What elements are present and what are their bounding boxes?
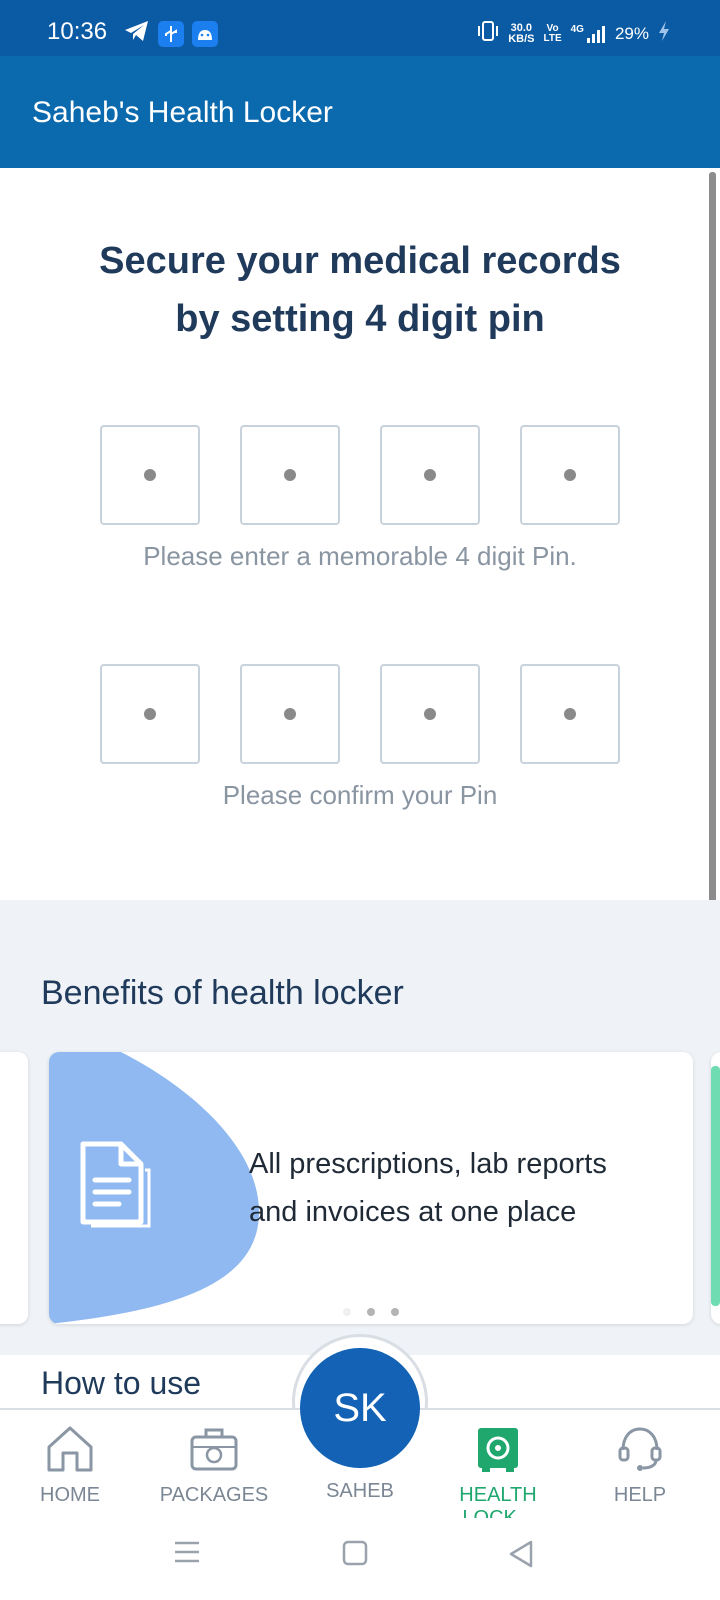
pin-placeholder-dot (424, 469, 436, 481)
pin-digit-4[interactable] (520, 425, 620, 525)
card-text-line1: All prescriptions, lab reports (249, 1148, 607, 1180)
nav-help[interactable]: HELP (570, 1420, 710, 1507)
confirm-digit-4[interactable] (520, 664, 620, 764)
notification-icons (124, 20, 218, 47)
status-bar: 10:36 30.0 KB/S Vo LTE 4G 29% (0, 0, 720, 56)
network-speed: 30.0 KB/S (508, 21, 535, 45)
pin-placeholder-dot (284, 469, 296, 481)
pin-placeholder-dot (144, 469, 156, 481)
pin-heading-line1: Secure your medical records (99, 240, 621, 282)
usb-icon (158, 20, 184, 47)
carousel-card[interactable]: All prescriptions, lab reports and invoi… (49, 1052, 693, 1324)
pin-digit-1[interactable] (100, 425, 200, 525)
pin-digit-3[interactable] (380, 425, 480, 525)
nav-help-label: HELP (613, 1484, 667, 1506)
confirm-digit-2[interactable] (240, 664, 340, 764)
carousel-card-next[interactable] (711, 1052, 720, 1324)
carousel-card-previous[interactable] (0, 1052, 28, 1324)
nav-health-locker[interactable]: HEALTH LOCK... (428, 1420, 568, 1530)
signal-icon: 4G (571, 24, 606, 44)
nav-home[interactable]: HOME (0, 1420, 140, 1507)
support-headset-icon (570, 1420, 710, 1478)
how-to-use-title: How to use (41, 1365, 202, 1401)
pin-digit-2[interactable] (240, 425, 340, 525)
carousel-dot[interactable] (391, 1308, 399, 1316)
pin-placeholder-dot (424, 708, 436, 720)
confirm-digit-1[interactable] (100, 664, 200, 764)
locker-safe-icon (428, 1420, 568, 1478)
status-time: 10:36 (47, 18, 108, 45)
network-speed-value: 30.0 (510, 21, 533, 34)
charging-icon (658, 20, 670, 47)
benefits-section: Benefits of health locker All prescripti… (0, 900, 720, 1355)
vibrate-icon (477, 20, 499, 47)
carousel-indicator (49, 1308, 693, 1316)
medical-kit-icon (144, 1420, 284, 1478)
network-type: 4G (570, 23, 584, 35)
card-accent-stripe (711, 1066, 720, 1306)
back-icon[interactable] (508, 1540, 534, 1573)
battery-percent: 29% (614, 23, 649, 43)
nav-home-label: HOME (40, 1484, 100, 1506)
app-bar: Saheb's Health Locker (0, 56, 720, 168)
nav-packages[interactable]: PACKAGES (144, 1420, 284, 1507)
card-text: All prescriptions, lab reports and invoi… (249, 1140, 669, 1236)
pin-placeholder-dot (144, 708, 156, 720)
profile-label[interactable]: SAHEB (290, 1480, 430, 1503)
pin-confirm-row (100, 664, 620, 764)
volte-top: Vo (546, 22, 559, 34)
pin-heading-line2: by setting 4 digit pin (175, 298, 545, 340)
volte-bottom: LTE (543, 32, 562, 44)
system-status: 30.0 KB/S Vo LTE 4G 29% (477, 20, 670, 47)
pin-confirm-hint: Please confirm your Pin (222, 780, 498, 810)
home-icon (0, 1420, 140, 1478)
volte-indicator: Vo LTE (543, 22, 562, 44)
pin-placeholder-dot (564, 708, 576, 720)
menu-icon[interactable] (174, 1540, 200, 1569)
pin-heading: Secure your medical records by setting 4… (0, 232, 720, 348)
nav-packages-label: PACKAGES (159, 1484, 269, 1506)
confirm-digit-3[interactable] (380, 664, 480, 764)
pin-placeholder-dot (564, 469, 576, 481)
profile-avatar[interactable]: SK (300, 1348, 420, 1468)
pin-entry-row (100, 425, 620, 525)
app-title: Saheb's Health Locker (32, 96, 333, 129)
carousel-dot[interactable] (343, 1308, 351, 1316)
network-speed-unit: KB/S (508, 32, 535, 45)
card-text-line2: and invoices at one place (249, 1196, 577, 1228)
telegram-icon (124, 20, 150, 47)
carousel-dot[interactable] (367, 1308, 375, 1316)
home-square-icon[interactable] (342, 1540, 368, 1571)
android-debug-icon (192, 20, 218, 47)
benefits-title: Benefits of health locker (41, 974, 404, 1012)
document-icon (79, 1136, 151, 1233)
system-nav-bar (0, 1518, 720, 1600)
pin-enter-hint: Please enter a memorable 4 digit Pin. (143, 541, 577, 571)
pin-placeholder-dot (284, 708, 296, 720)
